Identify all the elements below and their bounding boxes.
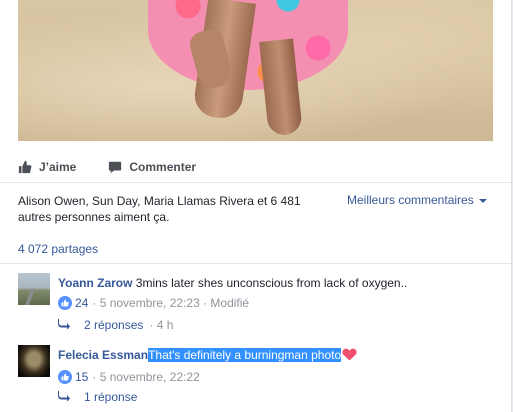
comment-text: That's definitely a burningman photo [148, 348, 342, 362]
like-badge-icon [58, 370, 72, 384]
comment-like-count[interactable]: 15 [58, 370, 88, 384]
post-photo[interactable] [18, 0, 493, 141]
sort-comments-dropdown[interactable]: Meilleurs commentaires [347, 193, 487, 207]
like-button-label: J’aime [39, 160, 77, 174]
replies-label: 2 réponses [84, 318, 144, 332]
thumbs-up-icon [18, 160, 32, 174]
post-card: J’aime Commenter Alison Owen, Sun Day, M… [0, 0, 512, 412]
comment-author[interactable]: Felecia Essman [58, 348, 148, 362]
reply-arrow-icon [58, 318, 70, 332]
comment-item: Felecia EssmanThat's definitely a burnin… [18, 345, 493, 410]
comment-item: Yoann Zarow 3mins later shes unconscious… [18, 273, 493, 338]
caret-down-icon [478, 199, 487, 203]
comment-button[interactable]: Commenter [108, 160, 196, 174]
comment-button-label: Commenter [129, 160, 197, 174]
divider [0, 263, 511, 264]
speech-bubble-icon [108, 160, 122, 174]
post-action-bar: J’aime Commenter [18, 152, 493, 182]
avatar[interactable] [18, 345, 50, 377]
like-badge-icon [58, 296, 72, 310]
heart-icon [342, 348, 357, 365]
like-button[interactable]: J’aime [18, 160, 76, 174]
replies-time: · 4 h [149, 318, 174, 332]
view-replies-link[interactable]: 1 réponse [58, 390, 137, 404]
comment-like-count[interactable]: 24 [58, 296, 88, 310]
sort-label: Meilleurs commentaires [347, 193, 474, 207]
comment-date[interactable]: · 5 novembre, 22:22 [92, 370, 199, 384]
reply-arrow-icon [58, 390, 70, 404]
comment-date[interactable]: · 5 novembre, 22:23 · Modifié [92, 296, 249, 310]
comment-meta: 15 · 5 novembre, 22:22 [58, 370, 478, 384]
view-replies-link[interactable]: 2 réponses · 4 h [58, 318, 173, 332]
comment-meta: 24 · 5 novembre, 22:23 · Modifié [58, 296, 478, 310]
avatar[interactable] [18, 273, 50, 305]
shares-count[interactable]: 4 072 partages [18, 242, 98, 256]
comment-text: 3mins later shes unconscious from lack o… [135, 276, 408, 290]
likes-summary[interactable]: Alison Owen, Sun Day, Maria Llamas River… [18, 193, 308, 225]
divider [0, 182, 511, 183]
replies-label: 1 réponse [84, 390, 138, 404]
comment-author[interactable]: Yoann Zarow [58, 276, 132, 290]
